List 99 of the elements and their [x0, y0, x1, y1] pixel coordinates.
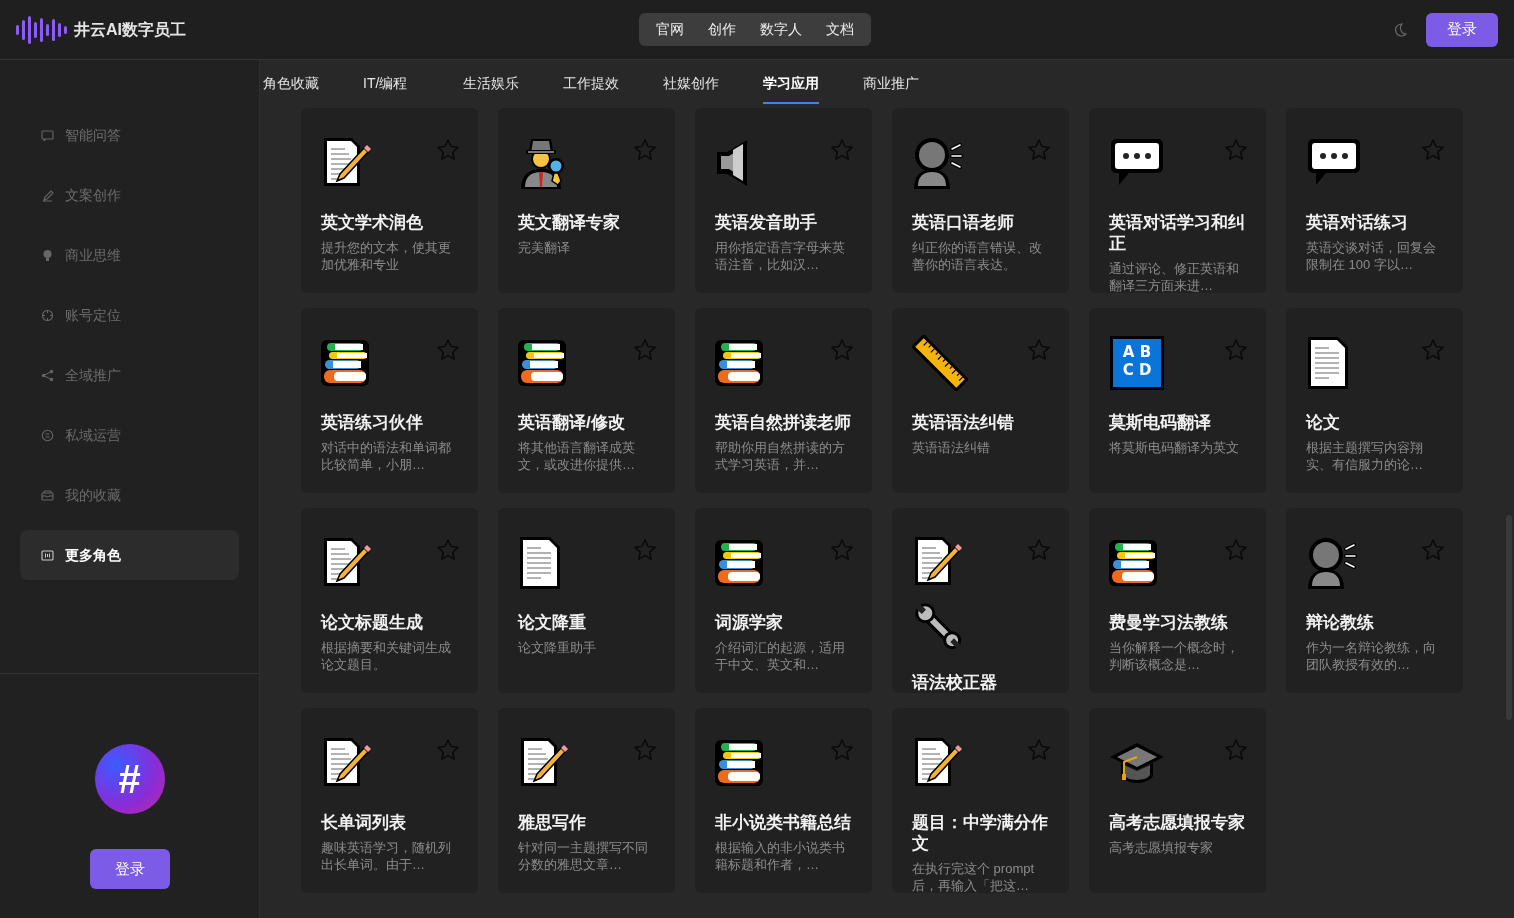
wrench-icon	[912, 600, 964, 652]
role-card[interactable]: 英语对话学习和纠正 通过评论、修正英语和翻译三方面来进…	[1089, 108, 1266, 293]
nav-link[interactable]: 官网	[644, 19, 696, 40]
target-icon	[40, 307, 55, 323]
card-title: 英语对话学习和纠正	[1109, 212, 1246, 254]
books-icon	[1109, 538, 1159, 588]
card-title: 英语练习伙伴	[321, 412, 424, 433]
speaking-head-icon	[1306, 535, 1358, 591]
card-icon	[40, 547, 55, 563]
books-icon	[715, 738, 765, 788]
role-card[interactable]: 长单词列表 趣味英语学习，随机列出长单词。由于…	[301, 708, 478, 893]
books-icon	[715, 338, 765, 388]
category-tab[interactable]: 角色收藏	[263, 73, 319, 104]
role-card[interactable]: 英语自然拼读老师 帮助你用自然拼读的方式学习英语，并…	[695, 308, 872, 493]
card-title: 英语对话练习	[1306, 212, 1409, 233]
chat-icon	[40, 127, 55, 143]
role-card[interactable]: 英语练习伙伴 对话中的语法和单词都比较简单，小朋…	[301, 308, 478, 493]
document-icon	[1306, 335, 1350, 391]
card-description: 英语交谈对话，回复会限制在 100 字以…	[1306, 239, 1437, 273]
card-description: 用你指定语言字母来英语注音，比如汉…	[715, 239, 846, 273]
card-description: 将其他语言翻译成英文，或改进你提供…	[518, 439, 636, 473]
category-tab[interactable]: 学习应用	[763, 73, 819, 104]
card-description: 根据主题撰写内容翔实、有信服力的论…	[1306, 439, 1424, 473]
brand-name: 井云AI数字员工	[74, 19, 186, 40]
card-description: 将莫斯电码翻译为英文	[1109, 439, 1240, 456]
role-card[interactable]: 非小说类书籍总结 根据输入的非小说类书籍标题和作者，…	[695, 708, 872, 893]
moon-icon[interactable]	[1392, 21, 1408, 38]
books-icon	[715, 538, 765, 588]
card-description: 高考志愿填报专家	[1109, 839, 1214, 856]
card-description: 论文降重助手	[518, 639, 597, 656]
card-title: 费曼学习法教练	[1109, 612, 1229, 633]
card-description: 帮助你用自然拼读的方式学习英语，并…	[715, 439, 846, 473]
role-card[interactable]: 英语对话练习 英语交谈对话，回复会限制在 100 字以…	[1286, 108, 1463, 293]
card-title: 英语口语老师	[912, 212, 1015, 233]
card-title: 英语语法纠错	[912, 412, 1015, 433]
role-card[interactable]: 英语翻译/修改 将其他语言翻译成英文，或改进你提供…	[498, 308, 675, 493]
role-card[interactable]: 英文翻译专家 完美翻译	[498, 108, 675, 293]
card-title: 莫斯电码翻译	[1109, 412, 1212, 433]
card-description: 根据输入的非小说类书籍标题和作者，…	[715, 839, 846, 873]
category-tab[interactable]: 社媒创作	[663, 73, 719, 104]
role-card[interactable]: 词源学家 介绍词汇的起源，适用于中文、英文和…	[695, 508, 872, 693]
card-description: 完美翻译	[518, 239, 571, 256]
category-tab[interactable]: 工作提效	[563, 73, 619, 104]
card-title: 词源学家	[715, 612, 784, 633]
card-description: 根据摘要和关键词生成论文题目。	[321, 639, 452, 673]
hashtag-logo: #	[94, 744, 165, 814]
card-title: 英文翻译专家	[518, 212, 621, 233]
role-card[interactable]: 英语语法纠错 英语语法纠错	[892, 308, 1069, 493]
role-card[interactable]: 语法校正器	[892, 508, 1069, 693]
nav-link[interactable]: 创作	[696, 19, 748, 40]
graduation-cap-icon	[1109, 741, 1165, 785]
category-tab[interactable]: IT/编程	[363, 73, 408, 104]
nav-link[interactable]: 数字人	[748, 19, 814, 40]
card-title: 雅思写作	[518, 812, 587, 833]
card-description: 纠正你的语言错误、改善你的语言表达。	[912, 239, 1043, 273]
books-icon	[321, 338, 371, 388]
card-title: 论文标题生成	[321, 612, 424, 633]
role-card[interactable]: 高考志愿填报专家 高考志愿填报专家	[1089, 708, 1266, 893]
card-description: 趣味英语学习，随机列出长单词。由于…	[321, 839, 452, 873]
role-card[interactable]: 题目：中学满分作文 在执行完这个 prompt 后，再输入「把这…	[892, 708, 1069, 893]
card-title: 英文学术润色	[321, 212, 424, 233]
waveform-logo-icon	[16, 14, 68, 45]
card-title: 语法校正器	[912, 672, 998, 693]
card-title: 英语自然拼读老师	[715, 412, 852, 433]
books-icon	[518, 338, 568, 388]
message-icon	[40, 427, 55, 443]
card-title: 论文降重	[518, 612, 587, 633]
card-title: 英语发音助手	[715, 212, 818, 233]
card-title: 非小说类书籍总结	[715, 812, 852, 833]
card-description: 提升您的文本，使其更加优雅和专业	[321, 239, 452, 273]
sidebar-item[interactable]: 更多角色	[20, 530, 239, 580]
inbox-icon	[40, 487, 55, 503]
category-tab[interactable]: 商业推广	[863, 73, 919, 104]
card-title: 高考志愿填报专家	[1109, 812, 1246, 833]
role-card[interactable]: 论文 根据主题撰写内容翔实、有信服力的论…	[1286, 308, 1463, 493]
card-description: 介绍词汇的起源，适用于中文、英文和…	[715, 639, 846, 673]
speaking-head-icon	[912, 135, 964, 191]
card-title: 辩论教练	[1306, 612, 1375, 633]
nav-link[interactable]: 文档	[814, 19, 866, 40]
role-card[interactable]: 论文降重 论文降重助手	[498, 508, 675, 693]
role-card[interactable]: 论文标题生成 根据摘要和关键词生成论文题目。	[301, 508, 478, 693]
role-card[interactable]: A B C D 莫斯电码翻译 将莫斯电码翻译为英文	[1089, 308, 1266, 493]
login-button[interactable]: 登录	[89, 849, 170, 889]
share-icon	[40, 367, 55, 383]
card-title: 题目：中学满分作文	[912, 812, 1049, 854]
document-icon	[518, 535, 562, 591]
card-title: 长单词列表	[321, 812, 407, 833]
card-description: 英语语法纠错	[912, 439, 991, 456]
role-card[interactable]: 英语发音助手 用你指定语言字母来英语注音，比如汉…	[695, 108, 872, 293]
role-card[interactable]: 英文学术润色 提升您的文本，使其更加优雅和专业	[301, 108, 478, 293]
letters-icon: A B C D	[1109, 335, 1165, 391]
login-button[interactable]: 登录	[1426, 12, 1498, 47]
role-card[interactable]: 英语口语老师 纠正你的语言错误、改善你的语言表达。	[892, 108, 1069, 293]
card-title: 论文	[1306, 412, 1341, 433]
card-description: 对话中的语法和单词都比较简单，小朋…	[321, 439, 452, 473]
card-title: 英语翻译/修改	[518, 412, 626, 433]
card-description: 通过评论、修正英语和翻译三方面来进…	[1109, 260, 1240, 293]
category-tab[interactable]: 生活娱乐	[463, 73, 519, 104]
card-description: 在执行完这个 prompt 后，再输入「把这…	[912, 860, 1036, 893]
